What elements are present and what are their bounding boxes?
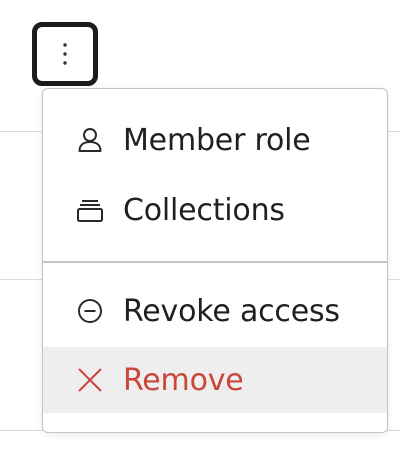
menu-item-label: Member role bbox=[123, 122, 311, 158]
user-icon bbox=[77, 127, 103, 153]
menu-divider bbox=[43, 261, 387, 263]
menu-item-label: Revoke access bbox=[123, 293, 340, 329]
menu-item-member-role[interactable]: Member role bbox=[43, 107, 387, 173]
menu-item-collections[interactable]: Collections bbox=[43, 177, 387, 243]
collection-icon bbox=[77, 197, 103, 223]
minus-circle-icon bbox=[77, 298, 103, 324]
menu-item-revoke-access[interactable]: Revoke access bbox=[43, 278, 387, 344]
menu-item-label: Collections bbox=[123, 192, 285, 228]
more-options-button[interactable] bbox=[32, 22, 98, 86]
close-icon bbox=[77, 367, 103, 393]
actions-menu: Member role Collections Revoke access Re… bbox=[42, 88, 388, 433]
menu-item-label: Remove bbox=[123, 362, 244, 398]
menu-item-remove[interactable]: Remove bbox=[43, 347, 387, 413]
vertical-ellipsis-icon bbox=[62, 42, 68, 66]
